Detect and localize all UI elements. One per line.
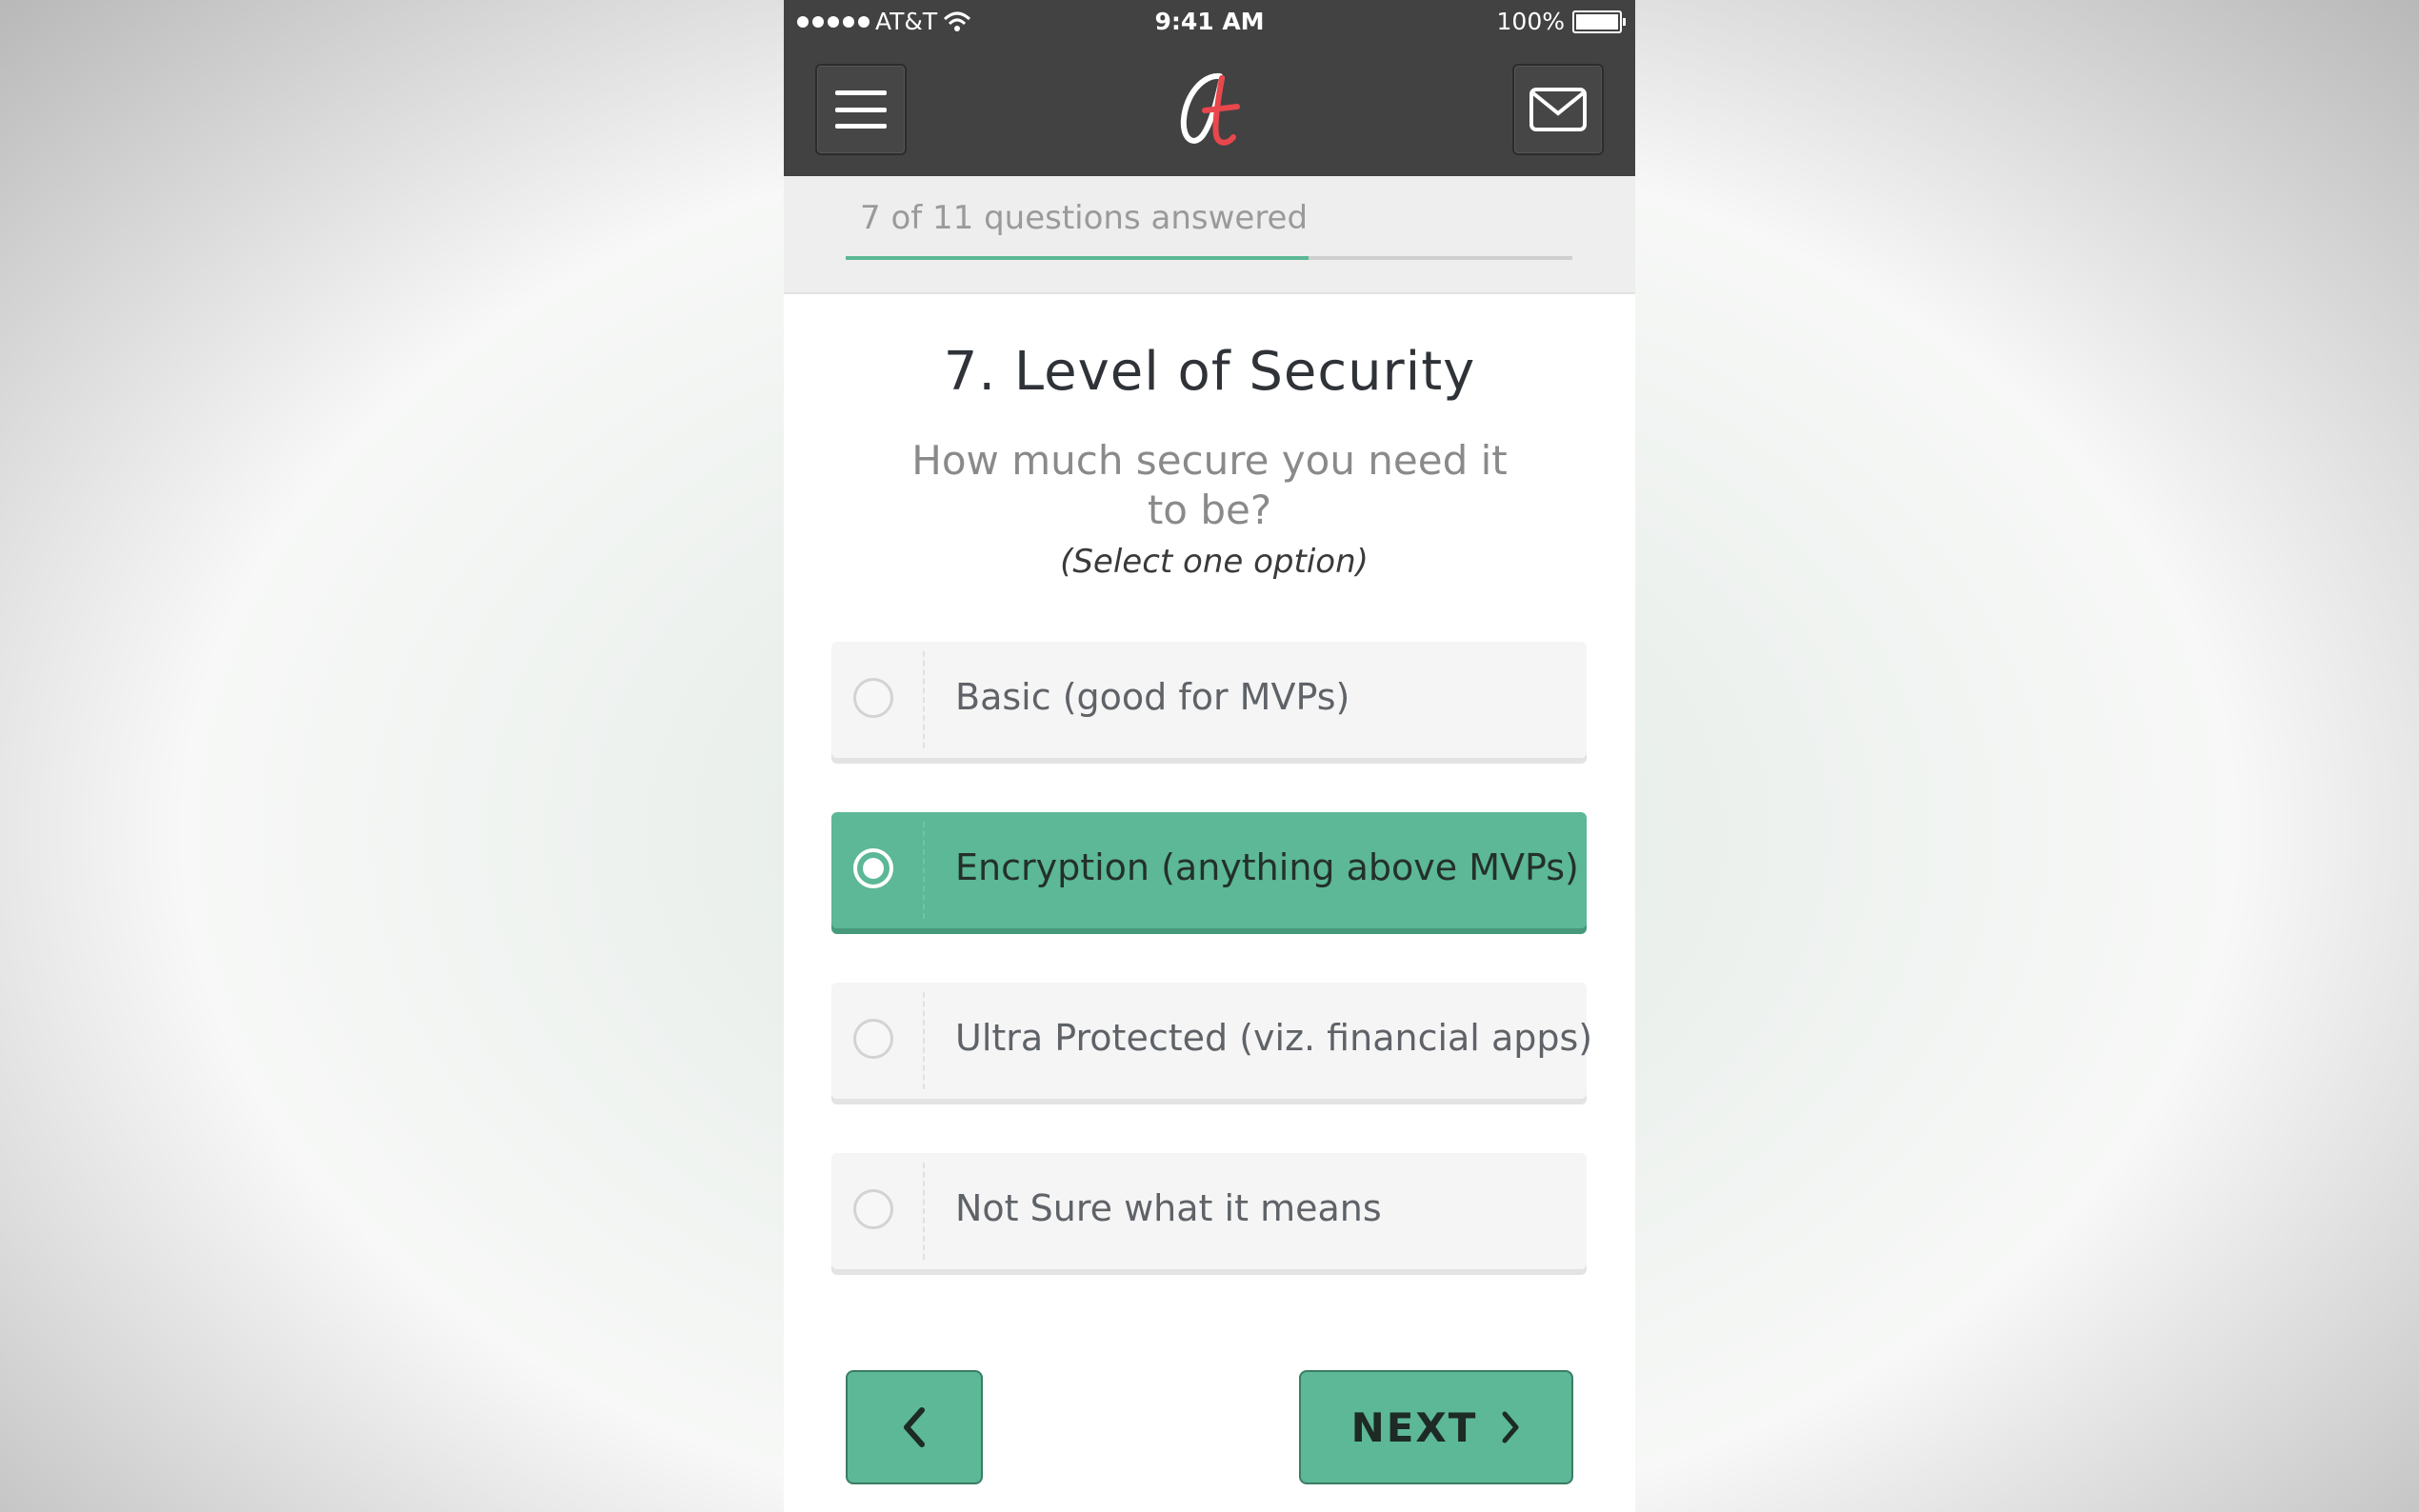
question-text: How much secure you need it to be? [911, 437, 1508, 533]
chevron-left-icon [904, 1407, 925, 1447]
battery-icon [1572, 10, 1626, 33]
option-basic[interactable]: Basic (good for MVPs) [831, 642, 1587, 758]
radio-button[interactable] [853, 1019, 893, 1059]
mail-envelope-icon [1529, 88, 1587, 131]
radio-button[interactable] [853, 1189, 893, 1229]
hamburger-menu-icon [835, 90, 887, 129]
radio-button[interactable] [853, 678, 893, 718]
progress-section: 7 of 11 questions answered [784, 176, 1635, 294]
progress-bar-fill [846, 256, 1309, 260]
status-bar: AT&T 9:41 AM 100% [784, 0, 1635, 44]
chevron-right-icon [1502, 1411, 1519, 1443]
app-header: AT&T 9:41 AM 100% [784, 0, 1635, 176]
next-button[interactable]: NEXT [1299, 1370, 1573, 1484]
option-label: Encryption (anything above MVPs) [955, 846, 1579, 888]
menu-button[interactable] [815, 64, 907, 155]
phone-screen: AT&T 9:41 AM 100% 7 of 11 questions answ… [784, 0, 1635, 1512]
brand-logo-icon [1180, 72, 1240, 146]
next-button-label: NEXT [1350, 1403, 1478, 1451]
progress-text: 7 of 11 questions answered [860, 199, 1309, 237]
mail-button[interactable] [1512, 64, 1604, 155]
option-divider [923, 992, 925, 1089]
option-label: Basic (good for MVPs) [955, 676, 1350, 718]
option-ultra-protected[interactable]: Ultra Protected (viz. financial apps) [831, 983, 1592, 1099]
progress-bar [846, 256, 1572, 260]
question-title: 7. Level of Security [943, 341, 1476, 403]
option-label: Ultra Protected (viz. financial apps) [955, 1017, 1593, 1059]
option-not-sure[interactable]: Not Sure what it means [831, 1153, 1587, 1269]
option-label: Not Sure what it means [955, 1187, 1382, 1229]
battery-percent: 100% [1496, 8, 1565, 35]
option-encryption[interactable]: Encryption (anything above MVPs) [831, 812, 1587, 928]
radio-button[interactable] [853, 848, 893, 888]
option-divider [923, 1163, 925, 1260]
question-hint: (Select one option) [1060, 543, 1369, 581]
battery-info: 100% [1496, 8, 1626, 35]
option-divider [923, 822, 925, 919]
option-divider [923, 651, 925, 748]
back-button[interactable] [846, 1370, 983, 1484]
